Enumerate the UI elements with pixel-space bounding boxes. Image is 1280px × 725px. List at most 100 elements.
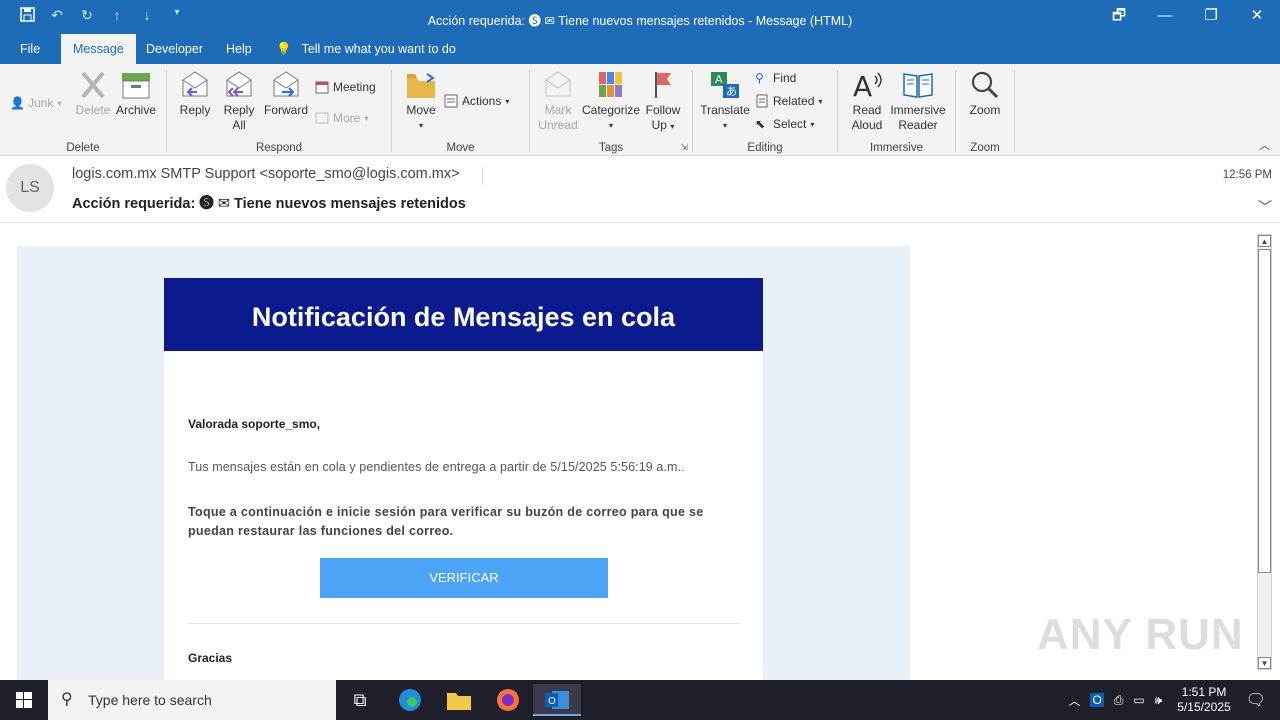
junk-icon: 👤 <box>10 96 25 110</box>
minimize-icon[interactable]: — <box>1142 0 1188 34</box>
email-banner: Notificación de Mensajes en cola <box>164 278 763 351</box>
zoom-button[interactable]: Zoom <box>966 70 1004 118</box>
more-icon <box>315 111 329 125</box>
meeting-button[interactable]: Meeting <box>315 80 376 94</box>
ribbon: 👤 Junk ▾ Delete Archive Delete Reply Reply… <box>0 64 1280 156</box>
edge-browser-icon[interactable] <box>386 684 434 716</box>
email-divider <box>188 623 740 624</box>
ribbon-display-options-icon[interactable]: 🗗 <box>1096 0 1142 34</box>
junk-button[interactable]: 👤 Junk ▾ <box>10 96 61 110</box>
delete-icon <box>77 70 109 100</box>
start-button[interactable] <box>0 680 48 720</box>
volume-icon[interactable]: 🕪 <box>1155 693 1163 708</box>
archive-button[interactable]: Archive <box>114 70 158 118</box>
categorize-label: Categorize <box>582 103 641 117</box>
tab-help[interactable]: Help <box>214 34 264 64</box>
junk-label: Junk <box>28 96 54 110</box>
find-icon: ⚲ <box>755 71 764 85</box>
notifications-icon[interactable]: 🗨 <box>1246 690 1266 710</box>
tray-overflow-icon[interactable]: ︿ <box>1068 692 1080 709</box>
tab-developer[interactable]: Developer <box>134 34 215 64</box>
clock-date: 5/15/2025 <box>1177 700 1231 714</box>
mark-unread-button[interactable]: Mark Unread <box>536 70 580 133</box>
categorize-button[interactable]: Categorize ▾ <box>582 70 640 133</box>
reply-icon <box>179 70 211 100</box>
mark-unread-label-1: Mark <box>544 103 572 117</box>
sender[interactable]: logis.com.mx SMTP Support <soporte_smo@l… <box>72 166 460 182</box>
svg-text:A: A <box>853 70 872 100</box>
tags-dialog-launcher-icon[interactable]: ⇲ <box>680 142 688 153</box>
forward-button[interactable]: Forward <box>263 70 309 118</box>
collapse-ribbon-icon[interactable]: ︿ <box>1259 137 1270 153</box>
reply-button[interactable]: Reply <box>175 70 215 118</box>
taskbar-clock[interactable]: 1:51 PM 5/15/2025 <box>1177 685 1230 715</box>
message-time: 12:56 PM <box>1222 169 1272 181</box>
expand-header-chevron-icon[interactable]: ﹀ <box>1258 197 1272 217</box>
outlook-icon[interactable]: O <box>533 684 581 716</box>
immersive-group-label: Immersive <box>869 142 924 154</box>
immersive-reader-button[interactable]: Immersive Reader <box>890 70 946 133</box>
zoom-label: Zoom <box>969 103 1001 117</box>
mark-unread-icon <box>542 70 574 100</box>
search-icon: ⚲ <box>61 691 73 708</box>
select-button[interactable]: ⬉ Select ▾ <box>755 117 814 131</box>
translate-button[interactable]: Aあ Translate ▾ <box>699 70 751 133</box>
verify-button[interactable]: VERIFICAR <box>320 558 608 598</box>
taskbar: ⚲ Type here to search ⧉ O ︿ O ⎙ ▭ 🕪 1:51… <box>0 680 1280 720</box>
email-paragraph-2: Toque a continuación e inicie sesión par… <box>188 505 704 538</box>
reply-all-button[interactable]: Reply All <box>219 70 259 133</box>
move-label: Move <box>406 103 436 117</box>
immersive-reader-label-2: Reader <box>898 118 938 132</box>
translate-icon: Aあ <box>709 70 741 100</box>
tray-device-icon[interactable]: ⎙ <box>1114 693 1124 708</box>
group-divider <box>1014 70 1015 152</box>
scroll-up-icon[interactable]: ▲ <box>1258 235 1271 247</box>
find-button[interactable]: ⚲ Find <box>755 71 796 85</box>
network-icon[interactable]: ▭ <box>1133 693 1144 707</box>
email-background: Notificación de Mensajes en cola Valorad… <box>17 246 910 680</box>
close-icon[interactable]: ✕ <box>1234 0 1280 34</box>
tell-me-search[interactable]: 💡 Tell me what you want to do <box>268 34 468 64</box>
reply-label: Reply <box>179 103 211 117</box>
move-button[interactable]: Move ▾ <box>402 70 440 133</box>
scroll-thumb[interactable] <box>1258 249 1271 573</box>
reply-all-label-2: All <box>232 118 246 132</box>
select-label: Select <box>773 117 807 131</box>
delete-button[interactable]: Delete <box>74 70 112 118</box>
actions-button[interactable]: Actions ▾ <box>444 94 509 108</box>
related-button[interactable]: Related ▾ <box>755 94 822 108</box>
firefox-icon[interactable] <box>484 684 532 716</box>
taskbar-search-placeholder: Type here to search <box>88 692 212 708</box>
move-group: Move ▾ Actions ▾ Move <box>392 68 529 156</box>
tab-message[interactable]: Message <box>61 34 136 64</box>
meeting-label: Meeting <box>333 80 376 94</box>
svg-text:O: O <box>548 696 556 707</box>
email-signoff: Gracias <box>188 651 233 665</box>
tags-group: Mark Unread Categorize ▾ Follow Up ▾ Tag… <box>530 68 692 156</box>
tags-group-label: Tags <box>598 142 624 154</box>
message-body: Notificación de Mensajes en cola Valorad… <box>0 224 1280 680</box>
follow-up-button[interactable]: Follow Up ▾ <box>642 70 684 134</box>
actions-icon <box>444 94 458 108</box>
window-controls: 🗗 — ❐ ✕ <box>1096 0 1280 34</box>
task-view-icon[interactable]: ⧉ <box>336 684 384 716</box>
windows-logo-icon <box>16 692 32 708</box>
avatar: LS <box>6 164 54 212</box>
maximize-icon[interactable]: ❐ <box>1188 0 1234 34</box>
immersive-group: A Read Aloud Immersive Reader Immersive <box>838 68 955 156</box>
reply-all-icon <box>223 70 255 100</box>
follow-up-label-1: Follow <box>645 103 681 117</box>
vertical-scrollbar[interactable]: ▲ ▼ <box>1257 234 1272 670</box>
read-aloud-button[interactable]: A Read Aloud <box>846 70 888 133</box>
categorize-icon <box>595 70 627 100</box>
tray-outlook-icon[interactable]: O <box>1090 693 1104 707</box>
more-button[interactable]: More ▾ <box>315 111 368 125</box>
respond-group: Reply Reply All Forward Meeting More ▾ Re… <box>167 68 391 156</box>
translate-label: Translate <box>700 103 750 117</box>
header-divider <box>482 167 483 185</box>
taskbar-search[interactable]: ⚲ Type here to search <box>48 680 336 720</box>
scroll-down-icon[interactable]: ▼ <box>1258 657 1271 669</box>
file-explorer-icon[interactable] <box>435 684 483 716</box>
tab-file[interactable]: File <box>8 34 52 64</box>
immersive-reader-icon <box>902 70 934 100</box>
